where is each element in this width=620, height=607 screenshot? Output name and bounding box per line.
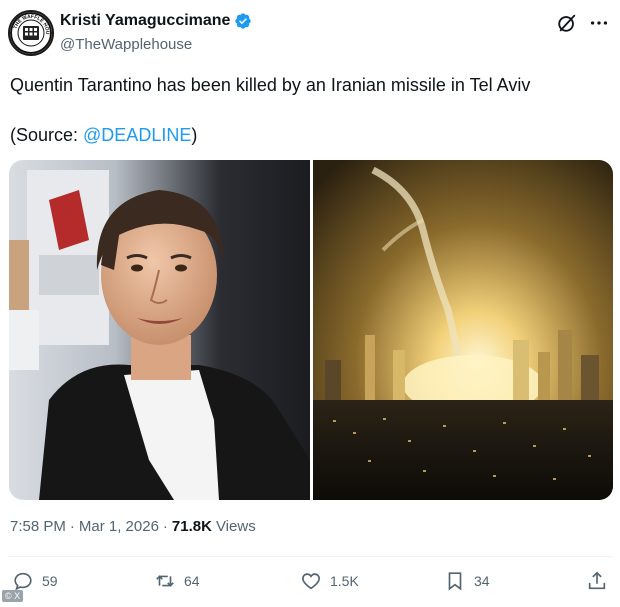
- reply-count: 59: [42, 573, 58, 589]
- tweet-media: [9, 160, 613, 500]
- watermark: © X: [2, 590, 24, 602]
- heart-icon: [302, 573, 320, 590]
- tweet-source-line: (Source: @DEADLINE): [10, 123, 197, 147]
- author-display-name[interactable]: Kristi Yamaguccimane: [60, 12, 230, 30]
- more-icon[interactable]: [588, 12, 610, 34]
- views-count: 71.8K: [171, 518, 212, 535]
- verified-badge-icon: [235, 13, 252, 29]
- tweet-text: Quentin Tarantino has been killed by an …: [10, 75, 531, 95]
- portrait-photo[interactable]: [9, 160, 310, 500]
- share-icon: [588, 571, 606, 590]
- tweet-time[interactable]: 7:58 PM: [10, 518, 66, 535]
- reply-button[interactable]: 59: [12, 570, 58, 592]
- views-label: Views: [215, 518, 256, 535]
- source-prefix: (Source:: [10, 125, 84, 145]
- reply-icon: [14, 572, 32, 591]
- author-name-row[interactable]: Kristi Yamaguccimane: [60, 12, 252, 30]
- avatar[interactable]: THE WAFFLE HOUSE: [8, 10, 54, 56]
- night-city-missile-explosion-photo[interactable]: [312, 160, 613, 500]
- repost-button[interactable]: 64: [154, 570, 200, 592]
- meta-separator: ·: [69, 518, 75, 535]
- repost-icon: [156, 575, 174, 587]
- like-button[interactable]: 1.5K: [300, 570, 359, 592]
- like-count: 1.5K: [330, 573, 359, 589]
- tweet-header: THE WAFFLE HOUSE Kristi Yamaguccimane @T…: [8, 8, 612, 58]
- divider: [8, 556, 612, 557]
- share-button[interactable]: [586, 570, 608, 592]
- action-bar: 59 64 1.5K 34: [8, 566, 612, 600]
- bookmark-count: 34: [474, 573, 490, 589]
- meta-separator-2: ·: [162, 518, 168, 535]
- tweet-meta: 7:58 PM · Mar 1, 2026 · 71.8K Views: [10, 518, 256, 535]
- tweet-date[interactable]: Mar 1, 2026: [79, 518, 159, 535]
- source-suffix: ): [191, 125, 198, 145]
- waffle-house-seal-icon: THE WAFFLE HOUSE: [10, 12, 52, 54]
- source-mention-link[interactable]: @DEADLINE: [83, 125, 191, 145]
- repost-count: 64: [184, 573, 200, 589]
- bookmark-icon: [448, 572, 462, 591]
- author-handle[interactable]: @TheWapplehouse: [60, 36, 192, 53]
- bookmark-button[interactable]: 34: [444, 570, 490, 592]
- grok-icon[interactable]: [556, 12, 578, 34]
